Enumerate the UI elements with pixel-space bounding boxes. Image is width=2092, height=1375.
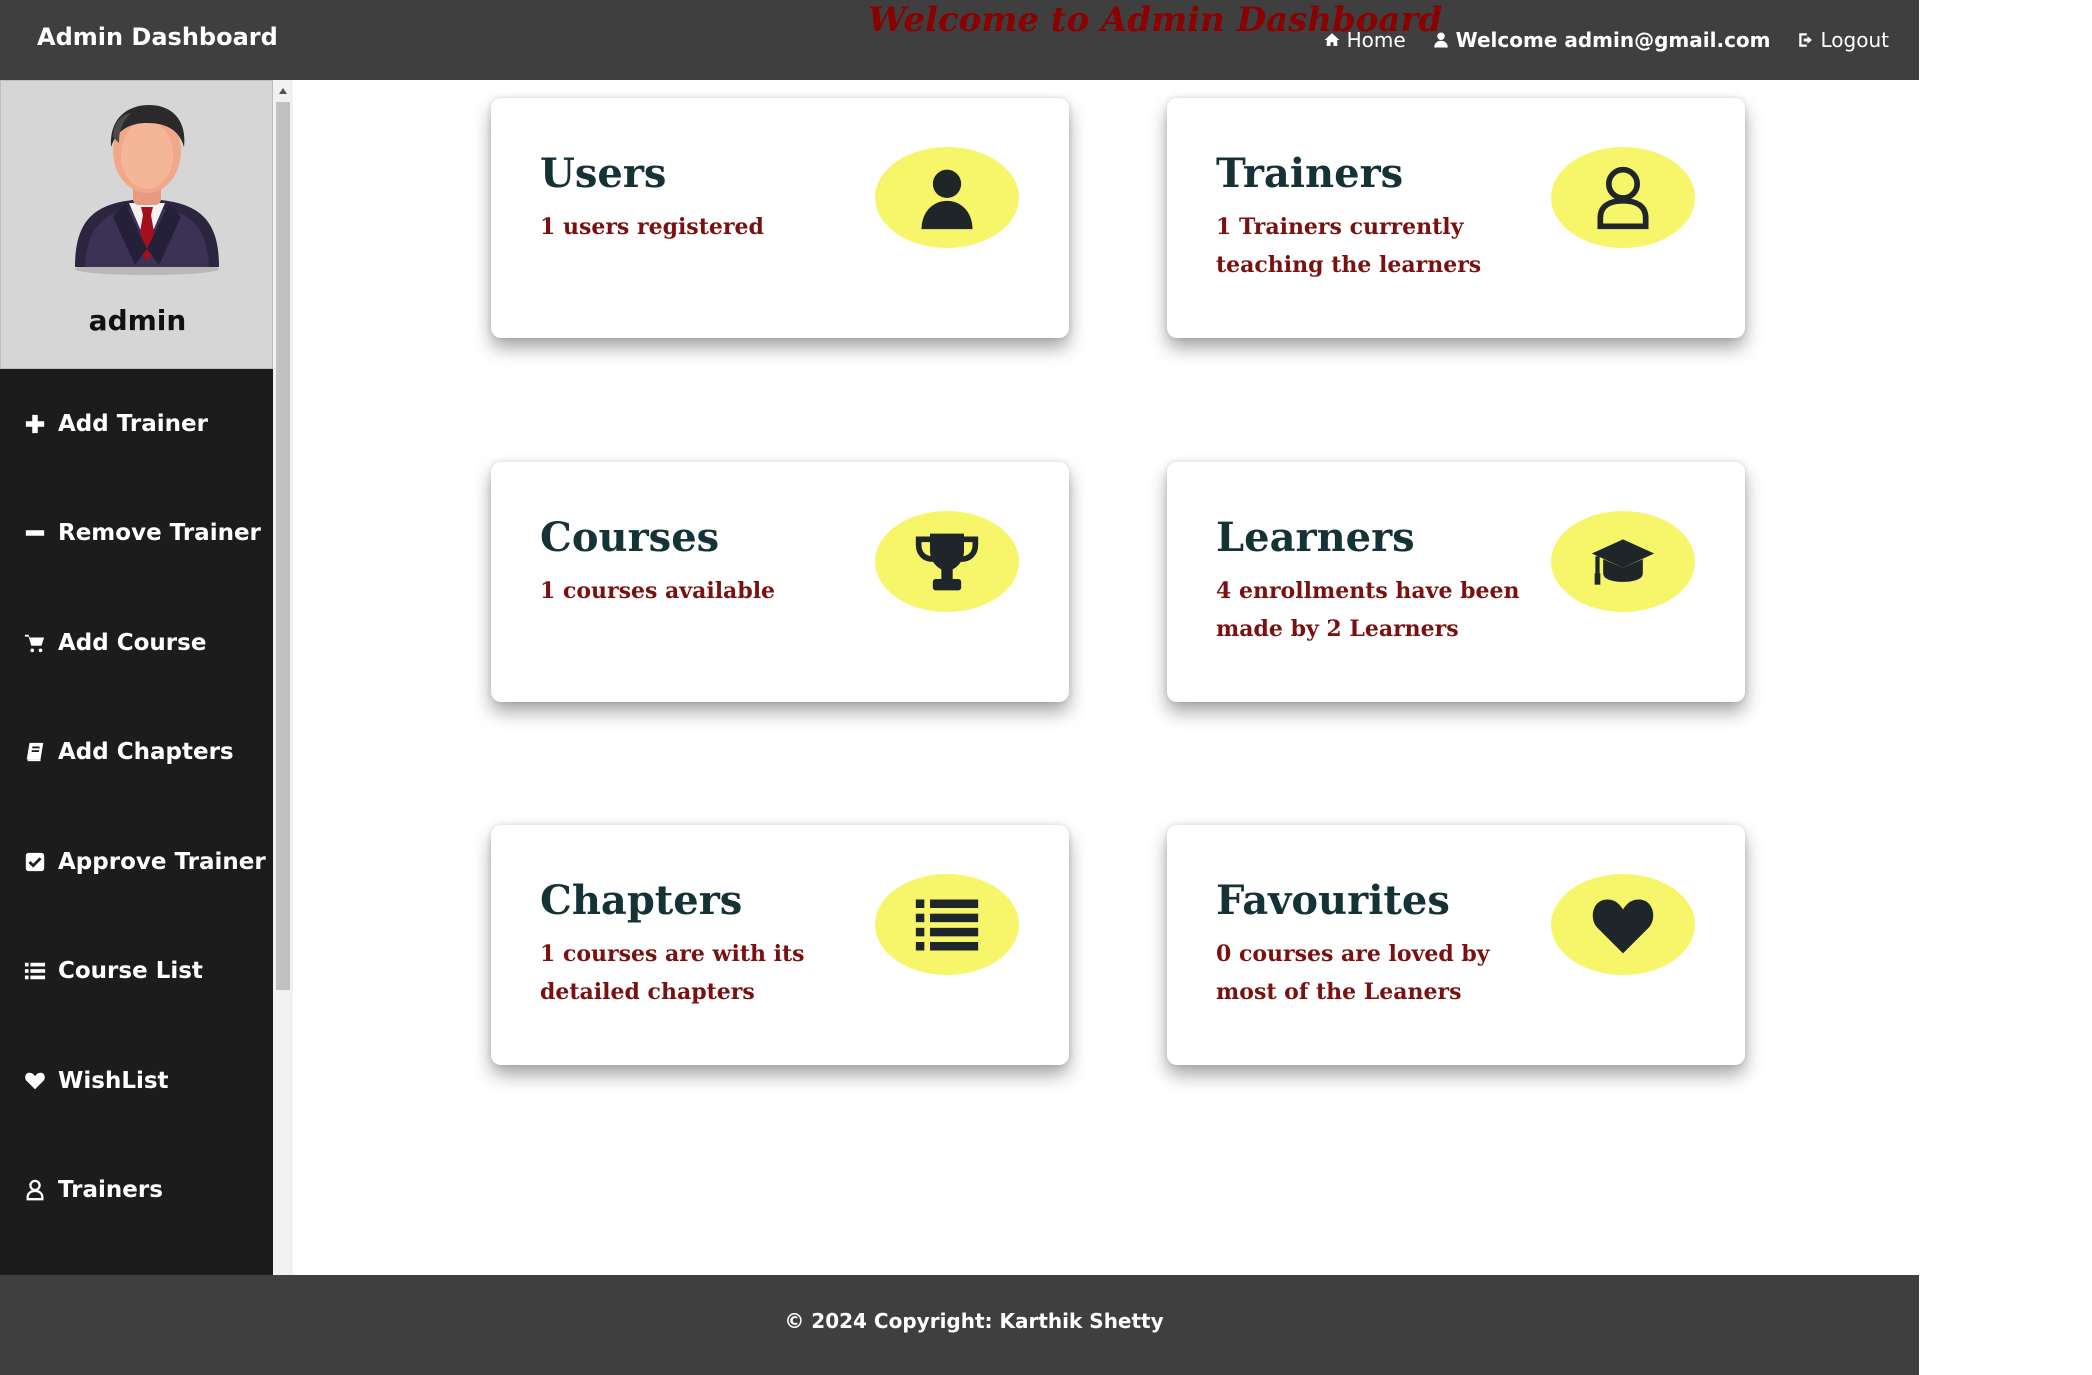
- card-title: Chapters: [540, 877, 743, 924]
- card-text: 4 enrollments have been made by 2 Learne…: [1216, 578, 1520, 642]
- sidebar-item-label: Add Course: [58, 629, 207, 656]
- card-icon-badge: [1551, 511, 1695, 612]
- scroll-thumb[interactable]: [276, 102, 290, 990]
- profile-panel: admin: [0, 80, 273, 369]
- page: Admin Dashboard Welcome to Admin Dashboa…: [0, 0, 2092, 1375]
- heart-icon: [1592, 899, 1654, 953]
- welcome-user-label: Welcome admin@gmail.com: [1455, 28, 1771, 52]
- card-icon-badge: [875, 147, 1019, 248]
- list-icon: [24, 963, 46, 980]
- home-link[interactable]: Home: [1323, 28, 1406, 52]
- home-link-label: Home: [1346, 28, 1406, 52]
- top-nav: Home Welcome admin@gmail.com Logout: [1323, 28, 1889, 52]
- sidebar-item-add-chapters[interactable]: Add Chapters: [0, 698, 273, 808]
- list-icon: [915, 899, 979, 950]
- chapters-card[interactable]: Chapters 1 courses are with its detailed…: [491, 825, 1069, 1065]
- card-icon-badge: [875, 511, 1019, 612]
- sidebar-item-course-list[interactable]: Course List: [0, 917, 273, 1027]
- card-text: 1 courses are with its detailed chapters: [540, 941, 805, 1005]
- admin-dashboard-app: Admin Dashboard Welcome to Admin Dashboa…: [0, 0, 1919, 1375]
- card-title: Favourites: [1216, 877, 1450, 924]
- card-icon-badge: [1551, 147, 1695, 248]
- card-title: Courses: [540, 514, 720, 561]
- minus-icon: [25, 530, 45, 536]
- trophy-icon: [915, 533, 979, 590]
- card-title: Users: [540, 150, 667, 197]
- sidebar-item-label: WishList: [58, 1067, 169, 1094]
- book-icon: [26, 743, 44, 762]
- user-icon: [921, 169, 973, 229]
- brand-title[interactable]: Admin Dashboard: [37, 23, 278, 51]
- learners-card[interactable]: Learners 4 enrollments have been made by…: [1167, 462, 1745, 702]
- card-title: Learners: [1216, 514, 1415, 561]
- sidebar-item-label: Add Chapters: [58, 739, 234, 766]
- logout-link[interactable]: Logout: [1797, 28, 1889, 52]
- footer: © 2024 Copyright: Karthik Shetty: [0, 1275, 1919, 1375]
- card-text: 1 Trainers currently teaching the learne…: [1216, 214, 1482, 278]
- copyright-author: Karthik Shetty: [999, 1309, 1164, 1333]
- trainers-card[interactable]: Trainers 1 Trainers currently teaching t…: [1167, 98, 1745, 338]
- admin-avatar: [75, 105, 219, 275]
- sidebar-item-label: Approve Trainer: [58, 848, 266, 875]
- scroll-up-arrow[interactable]: [273, 82, 293, 100]
- sidebar-item-add-course[interactable]: Add Course: [0, 588, 273, 698]
- cart-icon: [24, 634, 45, 652]
- card-text: 0 courses are loved by most of the Leane…: [1216, 941, 1490, 1005]
- users-card[interactable]: Users 1 users registered: [491, 98, 1069, 338]
- copyright-text: © 2024 Copyright: Karthik Shetty: [0, 1309, 1948, 1333]
- user-outline-icon: [26, 1179, 44, 1201]
- sidebar-item-approve-trainer[interactable]: Approve Trainer: [0, 807, 273, 917]
- logout-link-label: Logout: [1820, 28, 1889, 52]
- welcome-user-link[interactable]: Welcome admin@gmail.com: [1432, 28, 1771, 52]
- sidebar-item-label: Add Trainer: [58, 410, 208, 437]
- sidebar-item-label: Course List: [58, 958, 203, 985]
- copyright-prefix: © 2024 Copyright:: [784, 1309, 993, 1333]
- sidebar-item-add-trainer[interactable]: Add Trainer: [0, 369, 273, 479]
- sidebar-item-label: Remove Trainer: [58, 520, 261, 547]
- sidebar-scrollbar[interactable]: [273, 80, 293, 1293]
- card-text: 1 users registered: [540, 214, 764, 240]
- courses-card[interactable]: Courses 1 courses available: [491, 462, 1069, 702]
- sidebar-item-trainers[interactable]: Trainers: [0, 1136, 273, 1246]
- user-outline-icon: [1597, 166, 1649, 229]
- card-title: Trainers: [1216, 150, 1404, 197]
- plus-icon: [25, 414, 45, 433]
- scroll-up-icon: [279, 88, 287, 94]
- favourites-card[interactable]: Favourites 0 courses are loved by most o…: [1167, 825, 1745, 1065]
- check-square-icon: [25, 852, 45, 871]
- top-navbar: Admin Dashboard Welcome to Admin Dashboa…: [0, 0, 1919, 80]
- user-icon: [1433, 32, 1448, 48]
- sidebar-item-wishlist[interactable]: WishList: [0, 1026, 273, 1136]
- card-icon-badge: [875, 874, 1019, 975]
- heart-icon: [25, 1072, 45, 1089]
- sidebar: admin Add Trainer Remove Trainer Add Cou…: [0, 80, 273, 1293]
- profile-name: admin: [88, 304, 187, 337]
- sidebar-menu: Add Trainer Remove Trainer Add Course Ad…: [0, 369, 273, 1245]
- graduation-cap-icon: [1591, 538, 1655, 585]
- logout-icon: [1798, 33, 1812, 47]
- sidebar-item-label: Trainers: [58, 1177, 163, 1204]
- card-icon-badge: [1551, 874, 1695, 975]
- card-text: 1 courses available: [540, 578, 776, 604]
- home-icon: [1324, 33, 1340, 46]
- sidebar-item-remove-trainer[interactable]: Remove Trainer: [0, 479, 273, 589]
